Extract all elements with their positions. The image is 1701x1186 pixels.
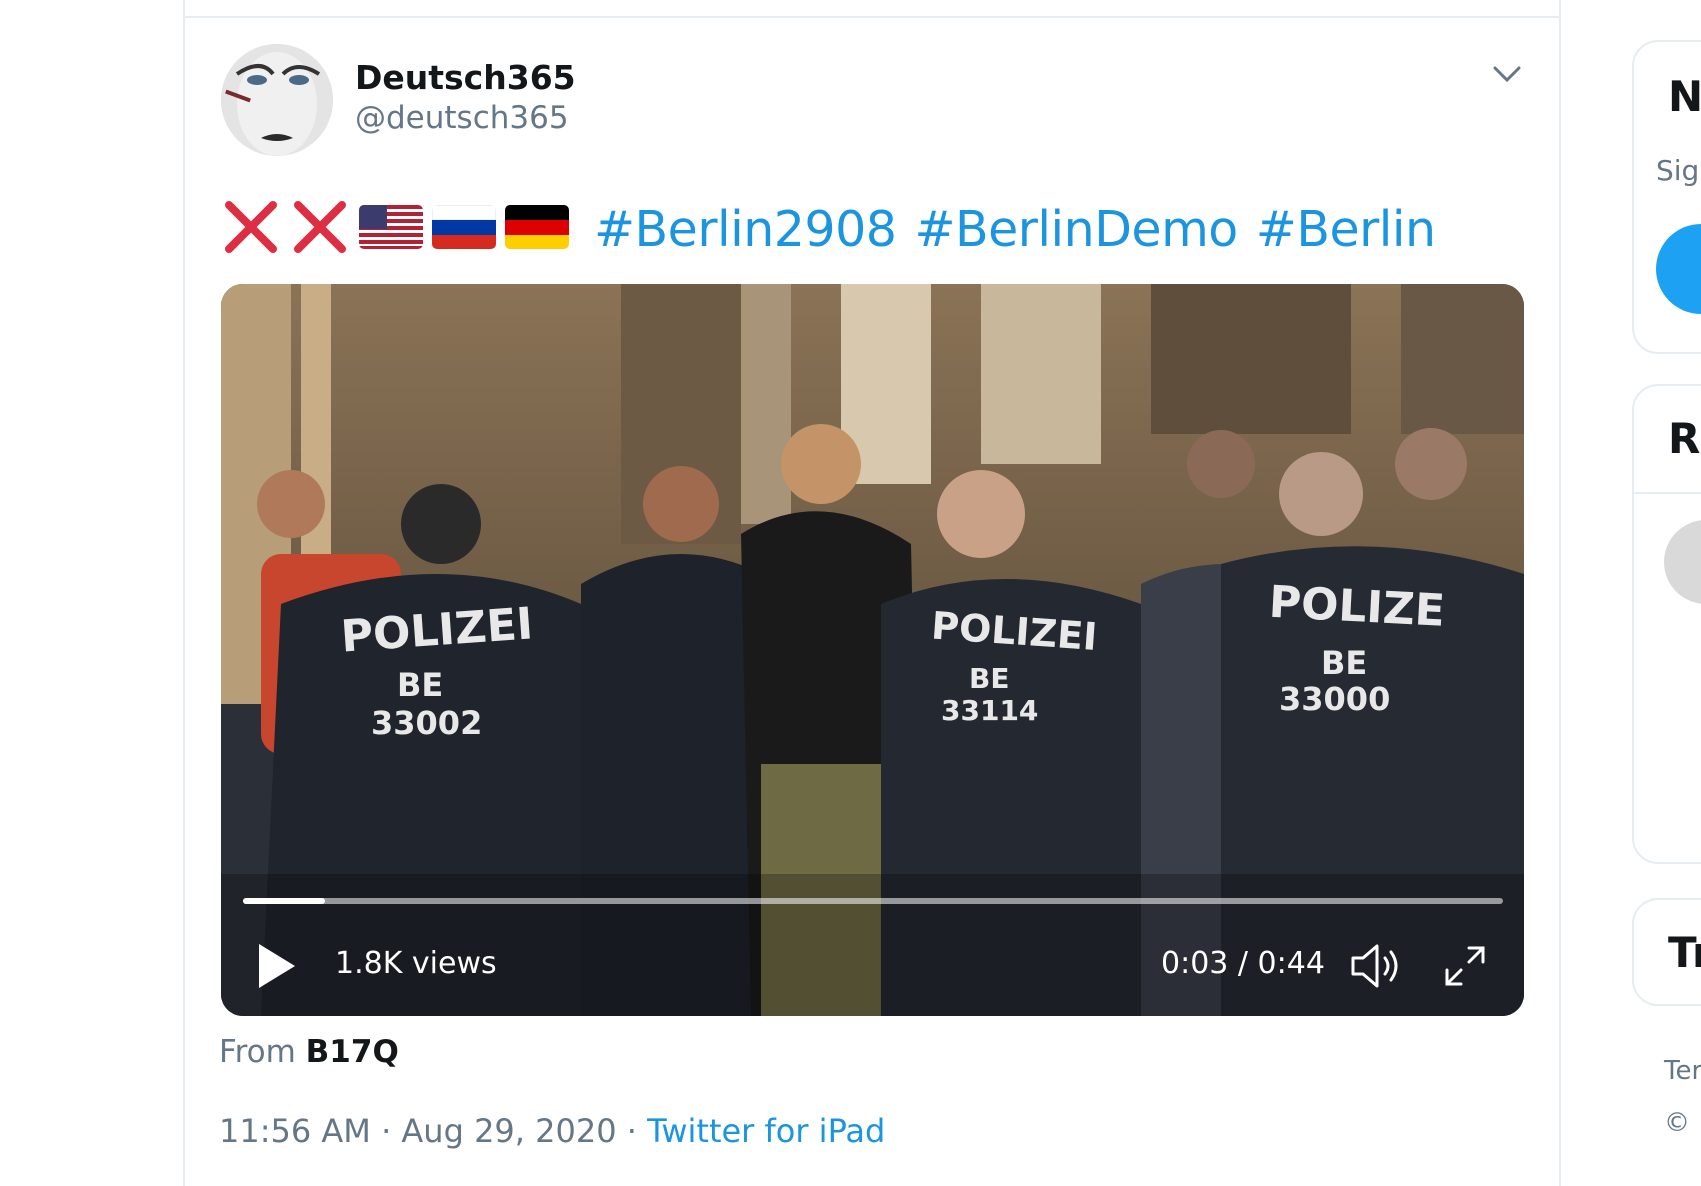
- play-icon[interactable]: [253, 940, 299, 992]
- hashtag-link[interactable]: #Berlin: [1256, 201, 1436, 258]
- cross-mark-icon: [290, 197, 350, 261]
- signup-card-subtitle: Sign: [1656, 154, 1701, 187]
- video-frame: POLIZEI BE 33002 POLIZEI BE 33114 POLIZE…: [221, 284, 1524, 1016]
- russia-flag-icon: [431, 204, 497, 253]
- fullscreen-icon[interactable]: [1441, 942, 1489, 990]
- footer-copyright: ©: [1664, 1108, 1690, 1138]
- video-text: BE: [969, 662, 1009, 695]
- us-flag-icon: [359, 205, 423, 253]
- video-text: BE: [1321, 644, 1367, 682]
- signup-card: N Sign: [1632, 40, 1701, 354]
- relevant-people-title: Re: [1668, 414, 1701, 463]
- trends-card: Tr: [1632, 898, 1701, 1006]
- timeline-border-right: [1559, 0, 1561, 1186]
- video-text: 33002: [371, 704, 482, 742]
- hashtag-link[interactable]: #BerlinDemo: [914, 201, 1238, 258]
- trends-title: Tr: [1668, 928, 1701, 977]
- footer-link-terms[interactable]: Ter: [1664, 1056, 1701, 1086]
- from-source-link[interactable]: B17Q: [306, 1034, 399, 1070]
- author-name[interactable]: Deutsch365: [355, 58, 576, 97]
- chevron-down-icon[interactable]: [1487, 54, 1527, 94]
- hashtag-list: #Berlin2908 #BerlinDemo #Berlin: [594, 201, 1436, 258]
- video-player[interactable]: POLIZEI BE 33002 POLIZEI BE 33114 POLIZE…: [221, 284, 1524, 1016]
- video-time: 0:03 / 0:44: [1161, 946, 1325, 981]
- video-progress-fill: [243, 898, 325, 904]
- author-handle[interactable]: @deutsch365: [355, 100, 569, 136]
- video-view-count: 1.8K views: [335, 946, 497, 981]
- germany-flag-icon: [505, 205, 569, 253]
- video-text: POLIZE: [1268, 577, 1446, 637]
- signup-card-title: N: [1668, 72, 1701, 121]
- relevant-user-avatar[interactable]: [1664, 520, 1701, 604]
- video-text: 33114: [941, 694, 1038, 727]
- volume-icon[interactable]: [1349, 940, 1407, 992]
- author-avatar[interactable]: [221, 44, 333, 156]
- cross-mark-icon: [221, 197, 281, 261]
- video-text: BE: [397, 666, 443, 704]
- video-attribution: From B17Q: [219, 1034, 399, 1070]
- from-label: From: [219, 1034, 296, 1070]
- signup-button[interactable]: [1656, 224, 1701, 314]
- hashtag-link[interactable]: #Berlin2908: [594, 201, 897, 258]
- tweet-timestamp[interactable]: 11:56 AM · Aug 29, 2020 ·: [219, 1112, 647, 1150]
- card-divider: [1634, 492, 1701, 494]
- relevant-people-card: Re: [1632, 384, 1701, 864]
- twitter-page: Deutsch365 @deutsch365 #Berlin2908 #Berl…: [0, 0, 1701, 1186]
- video-progress-bar[interactable]: [243, 898, 1503, 904]
- tweet-client-link[interactable]: Twitter for iPad: [647, 1112, 885, 1150]
- tweet-text: #Berlin2908 #BerlinDemo #Berlin: [221, 194, 1436, 264]
- video-text: 33000: [1279, 680, 1390, 718]
- tweet: Deutsch365 @deutsch365 #Berlin2908 #Berl…: [185, 18, 1559, 1186]
- tweet-metadata: 11:56 AM · Aug 29, 2020 · Twitter for iP…: [219, 1112, 885, 1150]
